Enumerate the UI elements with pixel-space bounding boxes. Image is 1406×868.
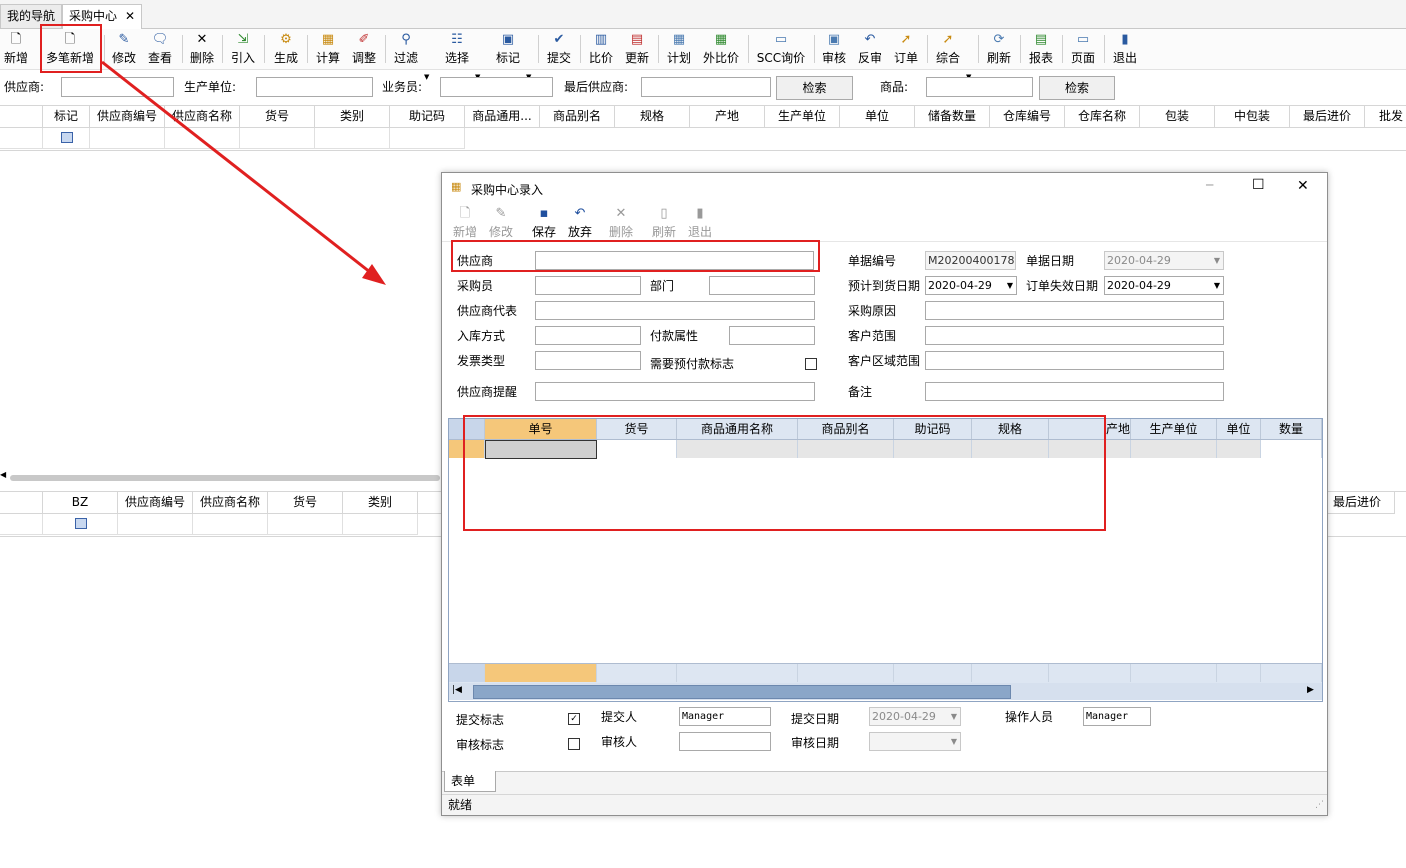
annotation-arrow <box>101 60 386 285</box>
arrow-line <box>101 60 376 278</box>
